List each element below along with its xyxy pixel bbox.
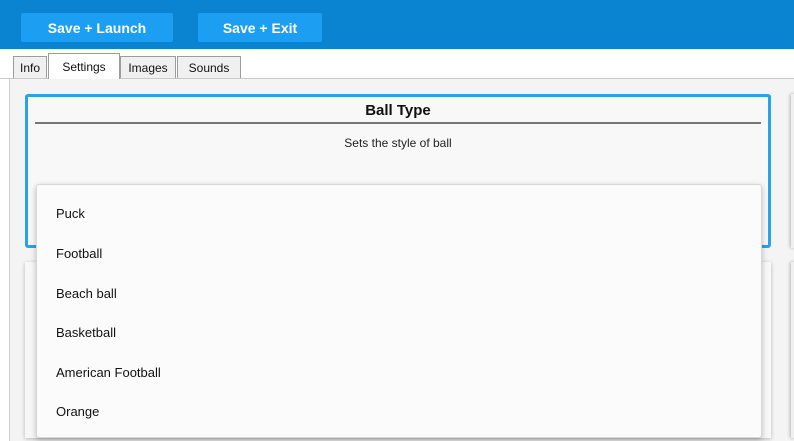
dropdown-option-beach-ball[interactable]: Beach ball (56, 286, 117, 301)
top-toolbar: Save + Launch Save + Exit (0, 0, 794, 49)
dropdown-option-football[interactable]: Football (56, 246, 102, 261)
panel-divider (9, 79, 10, 441)
save-exit-button[interactable]: Save + Exit (198, 13, 322, 42)
tab-images[interactable]: Images (120, 56, 176, 78)
dropdown-option-basketball[interactable]: Basketball (56, 325, 116, 340)
dropdown-option-orange[interactable]: Orange (56, 404, 99, 419)
tab-strip: Info Settings Images Sounds (0, 49, 794, 79)
save-launch-button[interactable]: Save + Launch (21, 13, 173, 42)
dropdown-option-american-football[interactable]: American Football (56, 365, 161, 380)
tab-sounds[interactable]: Sounds (177, 56, 241, 78)
dropdown-option-puck[interactable]: Puck (56, 206, 85, 221)
title-divider (35, 122, 761, 124)
tab-info[interactable]: Info (13, 56, 47, 78)
tab-settings[interactable]: Settings (48, 53, 120, 79)
setting-title: Ball Type (365, 102, 431, 119)
ball-type-dropdown-list[interactable]: Puck Football Beach ball Basketball Amer… (36, 184, 762, 438)
setting-description: Sets the style of ball (344, 136, 452, 150)
